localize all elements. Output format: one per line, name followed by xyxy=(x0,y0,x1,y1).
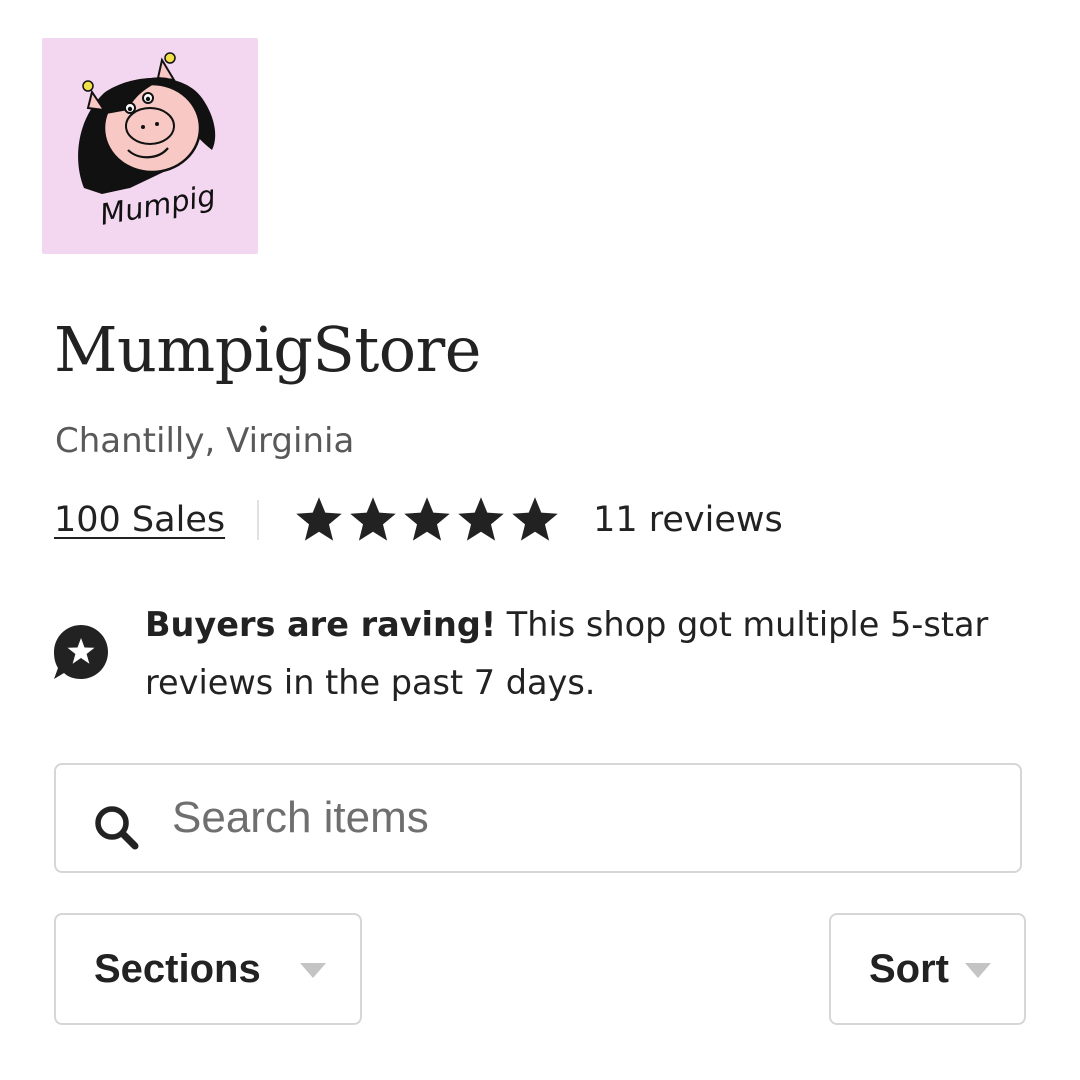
reviews-count[interactable]: 11 reviews xyxy=(593,500,783,540)
shop-name: MumpigStore xyxy=(54,313,481,386)
star-badge-icon xyxy=(54,625,108,679)
mumpig-logo-icon: Mumpig xyxy=(78,52,218,232)
search-icon[interactable] xyxy=(92,803,144,855)
sales-link[interactable]: 100 Sales xyxy=(54,500,225,540)
sort-label: Sort xyxy=(869,947,949,991)
chevron-down-icon xyxy=(300,963,326,978)
shop-logo: Mumpig xyxy=(42,38,258,254)
stats-divider xyxy=(257,500,260,540)
shop-stats: 100 Sales 11 reviews xyxy=(54,490,783,550)
star-icon xyxy=(296,497,342,541)
raving-title: Buyers are raving! xyxy=(145,605,497,644)
search-box[interactable] xyxy=(54,763,1022,873)
sections-label: Sections xyxy=(94,947,261,991)
star-rating[interactable] xyxy=(293,494,561,546)
star-icon xyxy=(512,497,558,541)
sort-dropdown[interactable]: Sort xyxy=(829,913,1026,1025)
star-icon xyxy=(458,497,504,541)
search-input[interactable] xyxy=(172,779,992,857)
raving-message: Buyers are raving! This shop got multipl… xyxy=(145,596,1045,712)
shop-location: Chantilly, Virginia xyxy=(55,421,355,461)
star-icon xyxy=(404,497,450,541)
sections-dropdown[interactable]: Sections xyxy=(54,913,362,1025)
chevron-down-icon xyxy=(965,963,991,978)
star-icon xyxy=(350,497,396,541)
